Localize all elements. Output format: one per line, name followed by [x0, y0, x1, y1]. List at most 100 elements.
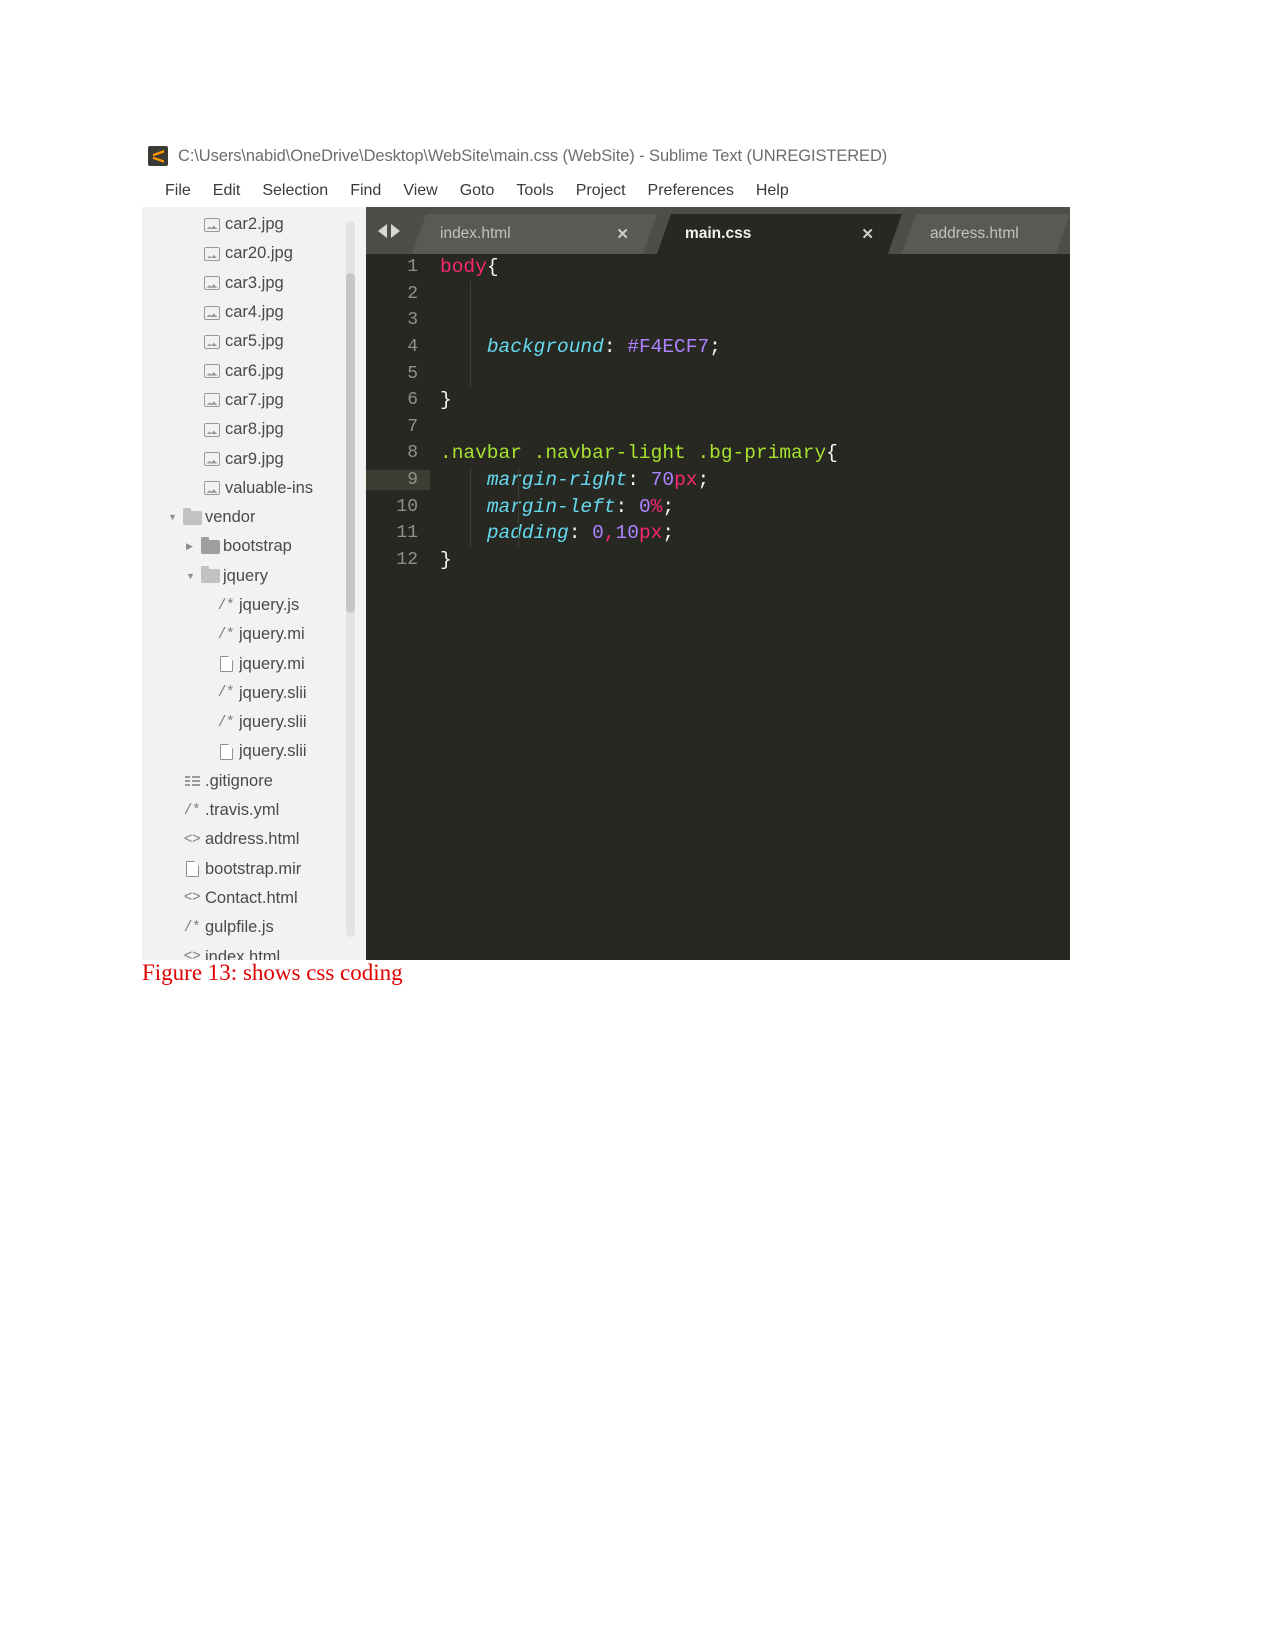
close-icon[interactable]: ✕ [861, 225, 874, 243]
indent-guide [470, 466, 471, 494]
menu-item-preferences[interactable]: Preferences [637, 180, 745, 202]
file-tree-item[interactable]: /* jquery.slii [142, 708, 360, 737]
tab-address-html[interactable]: address.html [902, 214, 1070, 254]
code-file-icon: <> [183, 831, 201, 848]
file-tree-item-label: bootstrap.mir [205, 859, 302, 878]
arrow-left-icon[interactable] [378, 223, 387, 238]
token-selector: .navbar .navbar-light .bg-primary [440, 442, 827, 465]
list-file-icon [179, 775, 205, 788]
file-tree-item[interactable]: /* jquery.mi [142, 620, 360, 649]
tab-main-css[interactable]: main.css ✕ [657, 214, 902, 254]
code-editor[interactable]: 1 body{ 2 3 4 background: #F4ECF7; 5 6}… [366, 254, 1070, 960]
menu-item-goto[interactable]: Goto [449, 180, 506, 202]
sidebar-scrollbar-thumb[interactable] [346, 273, 355, 613]
file-tree-item-label: Contact.html [205, 888, 298, 907]
menu-item-help[interactable]: Help [745, 180, 800, 202]
window-title-text: C:\Users\nabid\OneDrive\Desktop\WebSite\… [178, 146, 888, 165]
folder-closed-icon [197, 536, 223, 554]
chevron-down-icon[interactable]: ▼ [168, 513, 179, 522]
file-tree-item[interactable]: <> address.html [142, 825, 360, 854]
sublime-text-window: C:\Users\nabid\OneDrive\Desktop\WebSite\… [142, 137, 1070, 960]
file-tree-item[interactable]: car7.jpg [142, 386, 360, 415]
code-line-9: 9 margin-right: 70px; [366, 466, 1070, 494]
line-number: 9 [366, 470, 430, 491]
code-file-icon: <> [183, 949, 201, 960]
code-line-8: 8 .navbar .navbar-light .bg-primary{ [366, 440, 1070, 467]
indent-guide [470, 360, 471, 387]
image-file-icon [199, 246, 225, 261]
file-tree-item[interactable]: <> index.html [142, 942, 360, 960]
image-file-icon [199, 452, 225, 467]
file-tree-item[interactable]: /* gulpfile.js [142, 913, 360, 942]
menu-item-tools[interactable]: Tools [505, 180, 564, 202]
comment-file-icon: /* [183, 802, 201, 819]
line-number: 2 [407, 283, 418, 304]
file-tree-item[interactable]: /* jquery.slii [142, 679, 360, 708]
code-line-11: 11 padding: 0,10px; [366, 519, 1070, 547]
tab-nav-arrows[interactable] [366, 207, 412, 254]
folder-open-icon [179, 507, 205, 525]
file-tree-item[interactable]: .gitignore [142, 767, 360, 796]
menu-item-selection[interactable]: Selection [251, 180, 339, 202]
menu-item-file[interactable]: File [154, 180, 202, 202]
file-tree-item-label: valuable-ins [225, 478, 314, 497]
file-tree-item-label: .travis.yml [205, 801, 280, 820]
menu-item-project[interactable]: Project [565, 180, 637, 202]
comment-file-icon: /* [217, 714, 235, 731]
code-line-3: 3 [366, 307, 1070, 334]
file-tree-item[interactable]: car5.jpg [142, 327, 360, 356]
token-color-value: #F4ECF7 [627, 336, 710, 359]
image-file-icon [199, 305, 225, 320]
file-tree-item[interactable]: car4.jpg [142, 298, 360, 327]
file-tree-item[interactable]: ▼ vendor [142, 503, 360, 532]
file-tree-item[interactable]: car9.jpg [142, 444, 360, 473]
file-tree-item[interactable]: car20.jpg [142, 239, 360, 268]
menu-item-find[interactable]: Find [339, 180, 392, 202]
tab-index-html[interactable]: index.html ✕ [412, 214, 657, 254]
image-file-icon [199, 217, 225, 232]
sidebar-scrollbar[interactable] [346, 221, 355, 937]
menu-item-view[interactable]: View [392, 180, 448, 202]
image-file-icon [199, 422, 225, 437]
file-tree-item[interactable]: <> Contact.html [142, 884, 360, 913]
menu-item-edit[interactable]: Edit [202, 180, 252, 202]
file-tree-item[interactable]: ▶ bootstrap [142, 532, 360, 561]
blank-file-icon [179, 861, 205, 878]
file-tree-item-label: jquery [223, 566, 268, 585]
code-line-7: 7 [366, 414, 1070, 441]
comment-file-icon: /* [217, 626, 235, 643]
file-tree-item[interactable]: bootstrap.mir [142, 855, 360, 884]
file-tree-item[interactable]: /* jquery.js [142, 591, 360, 620]
arrow-right-icon[interactable] [391, 223, 400, 238]
editor-left-edge [360, 207, 366, 960]
code-line-10: 10 margin-left: 0%; [366, 493, 1070, 520]
chevron-down-icon[interactable]: ▼ [186, 571, 197, 581]
token-property: padding [486, 522, 569, 545]
image-file-icon [199, 334, 225, 349]
token-brace: { [486, 256, 499, 279]
file-tree-item-label: bootstrap [223, 537, 292, 556]
file-tree-item[interactable]: car8.jpg [142, 415, 360, 444]
file-tree-item-label: car3.jpg [225, 273, 284, 292]
blank-file-icon [213, 743, 239, 760]
file-tree-item[interactable]: car6.jpg [142, 356, 360, 385]
file-tree: car2.jpg car20.jpg car3.jpg car4.jpg car5.jp… [142, 207, 360, 960]
indent-guide [470, 307, 471, 334]
line-number: 7 [407, 416, 418, 437]
token-colon: : [568, 522, 593, 545]
line-number: 6 [407, 390, 418, 411]
file-tree-item[interactable]: /* .travis.yml [142, 796, 360, 825]
file-tree-item[interactable]: ▼ jquery [142, 562, 360, 591]
file-tree-item-label: address.html [205, 830, 300, 849]
file-tree-item[interactable]: jquery.slii [142, 737, 360, 766]
indent-guide [518, 519, 519, 547]
tab-label: address.html [929, 225, 1019, 242]
file-tree-item[interactable]: car2.jpg [142, 210, 360, 239]
chevron-right-icon[interactable]: ▶ [186, 542, 197, 551]
close-icon[interactable]: ✕ [616, 225, 629, 243]
file-tree-item[interactable]: car3.jpg [142, 269, 360, 298]
token-number: 10 [615, 522, 639, 545]
folder-open-icon [197, 566, 223, 584]
file-tree-item[interactable]: jquery.mi [142, 649, 360, 678]
file-tree-item[interactable]: valuable-ins [142, 474, 360, 503]
